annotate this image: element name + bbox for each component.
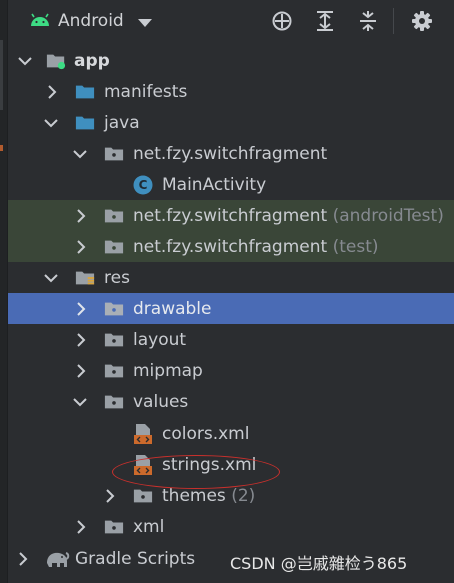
watermark: CSDN @岂戚雜检う865 — [230, 554, 408, 573]
tree-label: Gradle Scripts — [75, 548, 196, 569]
tree-label: drawable — [133, 298, 212, 319]
resource-folder-icon — [75, 268, 95, 288]
item-count: (2) — [231, 485, 256, 506]
tree-label: net.fzy.switchfragment (test) — [133, 237, 379, 257]
tree-label: manifests — [104, 81, 188, 102]
tree-row-layout[interactable]: layout — [8, 324, 454, 355]
chevron-down-icon[interactable] — [18, 54, 32, 68]
chevron-right-icon[interactable] — [74, 363, 88, 378]
xml-file-icon — [133, 454, 153, 475]
chevron-right-icon[interactable] — [16, 551, 30, 566]
folder-icon — [104, 299, 124, 319]
folder-icon — [104, 361, 124, 381]
android-icon — [30, 12, 50, 31]
strip-marker — [0, 40, 3, 110]
tree-row-manifests[interactable]: manifests — [8, 76, 454, 107]
package-icon — [104, 237, 124, 257]
folder-name: themes — [162, 485, 226, 506]
tree-label: mipmap — [133, 360, 203, 381]
chevron-down-icon[interactable] — [44, 116, 58, 130]
locate-icon[interactable] — [271, 10, 293, 32]
tree-row-xml[interactable]: xml — [8, 511, 454, 542]
collapse-all-icon[interactable] — [357, 10, 379, 32]
tree-row-colors-xml[interactable]: colors.xml — [8, 418, 454, 449]
tree-label: java — [104, 112, 140, 133]
tree-label: values — [133, 391, 189, 412]
folder-icon — [104, 517, 124, 537]
class-badge: C — [138, 177, 148, 192]
left-tool-strip — [0, 0, 8, 583]
project-toolbar: Android — [8, 0, 454, 42]
tree-label: net.fzy.switchfragment (androidTest) — [133, 206, 444, 226]
tree-row-res[interactable]: res — [8, 262, 454, 293]
tree-label: themes (2) — [162, 486, 255, 506]
tree-row-strings-xml[interactable]: strings.xml — [8, 449, 454, 480]
expand-all-icon[interactable] — [314, 10, 336, 32]
tree-label: layout — [133, 329, 187, 350]
chevron-right-icon[interactable] — [74, 519, 88, 534]
dropdown-caret-icon — [137, 12, 152, 31]
folder-icon — [133, 486, 153, 506]
folder-icon — [75, 113, 95, 133]
package-name: net.fzy.switchfragment — [133, 205, 328, 226]
chevron-down-icon[interactable] — [73, 395, 87, 409]
view-selector[interactable]: Android — [30, 10, 152, 32]
chevron-down-icon[interactable] — [44, 271, 58, 285]
project-tree: app manifests java net.fzy.switchfragmen… — [8, 44, 454, 583]
tree-label: res — [104, 267, 130, 288]
tree-row-app[interactable]: app — [8, 45, 454, 76]
tree-row-package-android-test[interactable]: net.fzy.switchfragment (androidTest) — [8, 200, 454, 231]
chevron-right-icon[interactable] — [74, 301, 88, 316]
tree-row-package-main[interactable]: net.fzy.switchfragment — [8, 138, 454, 169]
module-folder-icon — [46, 51, 66, 71]
tree-label: colors.xml — [162, 423, 250, 444]
tree-label: strings.xml — [162, 454, 257, 475]
tree-row-java[interactable]: java — [8, 107, 454, 138]
tree-row-drawable[interactable]: drawable — [8, 293, 454, 324]
tree-label: app — [74, 50, 110, 71]
folder-icon — [75, 82, 95, 102]
view-label: Android — [58, 11, 124, 31]
tree-label: MainActivity — [162, 174, 267, 195]
strip-marker-orange — [0, 145, 3, 151]
chevron-right-icon[interactable] — [74, 208, 88, 223]
tree-label: xml — [133, 516, 165, 537]
chevron-right-icon[interactable] — [74, 332, 88, 347]
gradle-elephant-icon — [44, 549, 70, 569]
source-set-suffix: (androidTest) — [332, 205, 444, 226]
folder-icon — [104, 330, 124, 350]
tree-row-mipmap[interactable]: mipmap — [8, 355, 454, 386]
tree-row-themes[interactable]: themes (2) — [8, 480, 454, 511]
package-icon — [104, 144, 124, 164]
chevron-right-icon[interactable] — [103, 488, 117, 503]
chevron-right-icon[interactable] — [45, 84, 59, 99]
tree-row-package-test[interactable]: net.fzy.switchfragment (test) — [8, 231, 454, 262]
xml-file-icon — [133, 423, 153, 444]
tree-row-main-activity[interactable]: C MainActivity — [8, 169, 454, 200]
chevron-right-icon[interactable] — [74, 239, 88, 254]
chevron-down-icon[interactable] — [73, 147, 87, 161]
source-set-suffix: (test) — [332, 236, 379, 257]
toolbar-separator — [393, 8, 394, 34]
settings-icon[interactable] — [411, 10, 433, 32]
tree-row-values[interactable]: values — [8, 386, 454, 417]
package-name: net.fzy.switchfragment — [133, 236, 328, 257]
folder-icon — [104, 392, 124, 412]
package-icon — [104, 206, 124, 226]
tree-label: net.fzy.switchfragment — [133, 143, 328, 164]
